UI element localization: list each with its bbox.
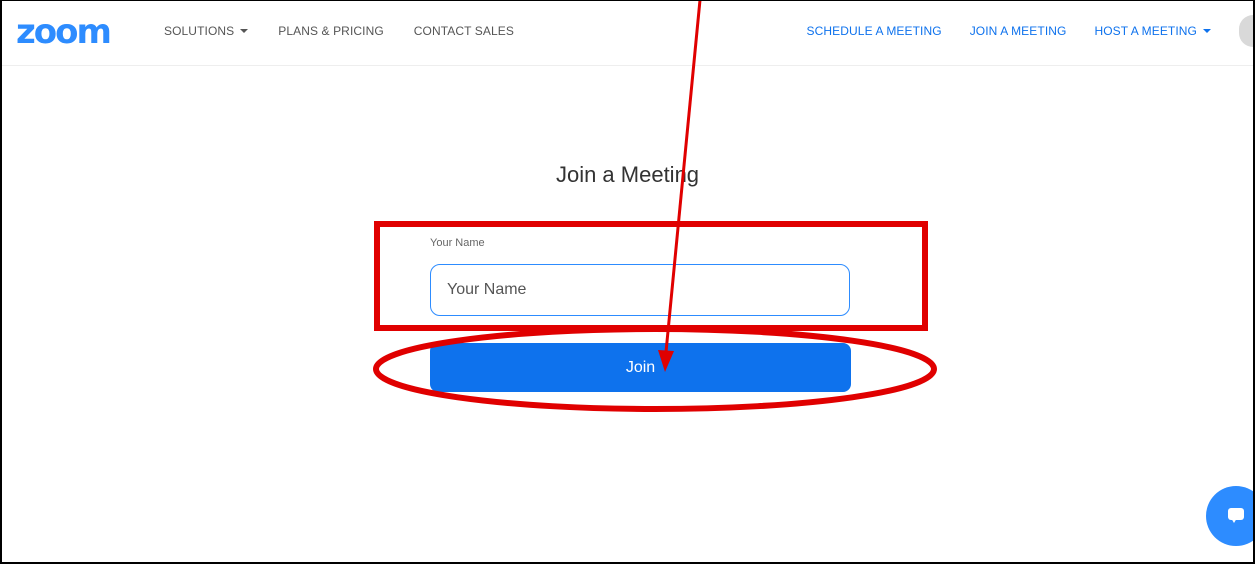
annotation-arrow-line: [664, 0, 702, 353]
annotation-overlay: [373, 0, 937, 412]
annotation-ellipse: [373, 326, 937, 412]
annotation-arrowhead: [658, 350, 674, 372]
chat-bubble-icon: [1228, 508, 1244, 523]
